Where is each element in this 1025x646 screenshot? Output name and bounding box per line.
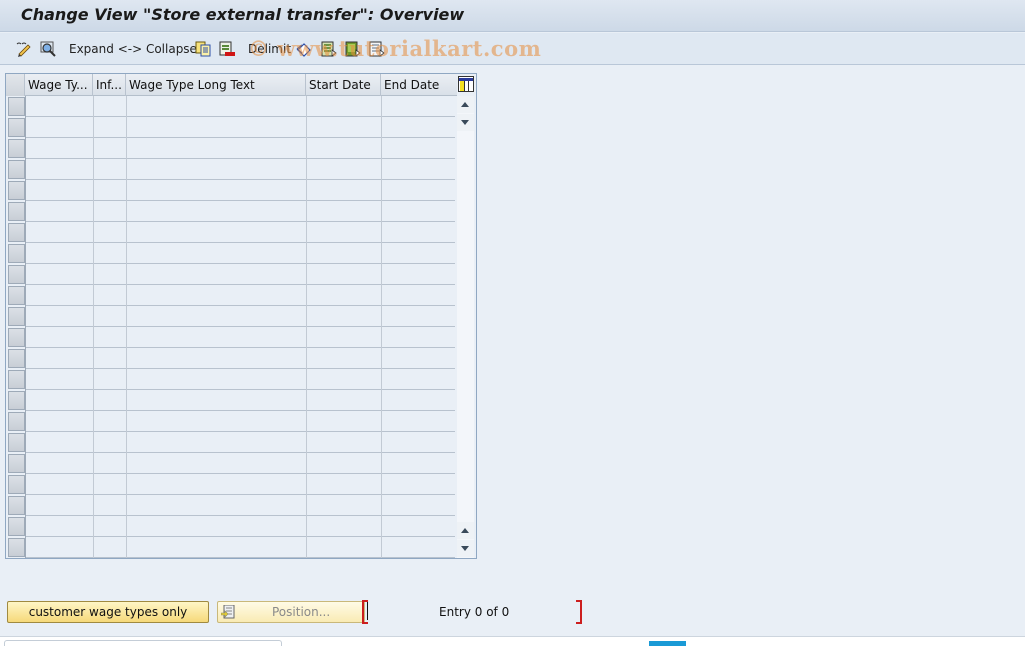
- entry-right-bracket: [576, 600, 582, 624]
- row-divider: [25, 242, 455, 243]
- row-selector[interactable]: [8, 202, 25, 221]
- delete-button[interactable]: [219, 40, 235, 58]
- row-selector[interactable]: [8, 307, 25, 326]
- arrow-down-icon: [461, 546, 469, 551]
- delete-row-icon: [219, 41, 235, 56]
- change-display-button[interactable]: [16, 40, 32, 58]
- page-title: Change View "Store external transfer": O…: [21, 5, 465, 24]
- copy-button[interactable]: [195, 40, 211, 58]
- position-icon: [221, 605, 235, 619]
- row-divider: [25, 452, 455, 453]
- row-selector[interactable]: [8, 454, 25, 473]
- title-bar: Change View "Store external transfer": O…: [0, 0, 1025, 32]
- row-selector[interactable]: [8, 139, 25, 158]
- row-divider: [25, 473, 455, 474]
- row-divider: [25, 137, 455, 138]
- select-all-icon: [321, 41, 337, 57]
- row-divider: [25, 515, 455, 516]
- column-settings-icon: [459, 78, 473, 91]
- row-divider: [25, 158, 455, 159]
- position-button-label: Position...: [272, 605, 331, 619]
- undo-change-button[interactable]: [296, 40, 312, 58]
- column-header-long-text[interactable]: Wage Type Long Text: [126, 74, 306, 96]
- customer-wage-types-button[interactable]: customer wage types only: [7, 601, 209, 623]
- select-all-button[interactable]: [321, 40, 337, 58]
- position-button[interactable]: Position...: [217, 601, 365, 623]
- application-toolbar: Expand <-> Collapse Delimit: [0, 33, 1025, 65]
- row-selector[interactable]: [8, 181, 25, 200]
- scroll-page-up-button[interactable]: [457, 522, 474, 539]
- scroll-page-down-button[interactable]: [457, 114, 474, 131]
- row-divider: [25, 116, 455, 117]
- row-divider: [25, 179, 455, 180]
- scroll-up-button[interactable]: [457, 96, 474, 113]
- row-divider: [25, 326, 455, 327]
- row-divider: [25, 263, 455, 264]
- table-settings-button[interactable]: [458, 76, 474, 92]
- scroll-down-button[interactable]: [457, 540, 474, 557]
- row-selector[interactable]: [8, 265, 25, 284]
- row-selector[interactable]: [8, 496, 25, 515]
- row-selector[interactable]: [8, 223, 25, 242]
- select-all-rows-cell[interactable]: [6, 74, 25, 96]
- row-selector[interactable]: [8, 391, 25, 410]
- row-selector[interactable]: [8, 160, 25, 179]
- text-cursor: [367, 602, 368, 620]
- copy-icon: [195, 41, 211, 57]
- row-divider: [25, 305, 455, 306]
- row-selector[interactable]: [8, 370, 25, 389]
- row-selector[interactable]: [8, 328, 25, 347]
- deselect-all-button[interactable]: [369, 40, 385, 58]
- expand-collapse-button[interactable]: Expand <-> Collapse: [69, 40, 197, 58]
- pencil-glasses-icon: [16, 42, 31, 57]
- row-selector[interactable]: [8, 97, 25, 116]
- row-selector[interactable]: [8, 349, 25, 368]
- column-divider: [381, 96, 382, 558]
- row-selector[interactable]: [8, 517, 25, 536]
- row-divider: [25, 221, 455, 222]
- row-selector[interactable]: [8, 475, 25, 494]
- row-selector[interactable]: [8, 538, 25, 557]
- arrow-up-icon: [461, 102, 469, 107]
- column-divider: [306, 96, 307, 558]
- row-selector[interactable]: [8, 433, 25, 452]
- column-header-wage-type[interactable]: Wage Ty...: [25, 74, 93, 96]
- find-button[interactable]: [40, 40, 56, 58]
- column-header-end-date[interactable]: End Date: [381, 74, 457, 96]
- row-selector[interactable]: [8, 244, 25, 263]
- delimit-button[interactable]: Delimit: [248, 40, 291, 58]
- entry-counter: Entry 0 of 0: [439, 605, 510, 619]
- row-selector[interactable]: [8, 118, 25, 137]
- column-header-start-date[interactable]: Start Date: [306, 74, 381, 96]
- arrow-up-icon: [461, 528, 469, 533]
- select-block-button[interactable]: [345, 40, 361, 58]
- table-control: Wage Ty... Inf... Wage Type Long Text St…: [5, 73, 477, 559]
- vertical-scrollbar[interactable]: [457, 96, 474, 558]
- row-divider: [25, 284, 455, 285]
- column-divider: [25, 96, 26, 558]
- arrow-down-icon: [461, 120, 469, 125]
- row-divider: [25, 410, 455, 411]
- deselect-all-icon: [369, 41, 385, 57]
- table-header: Wage Ty... Inf... Wage Type Long Text St…: [6, 74, 457, 96]
- status-field[interactable]: [4, 640, 282, 646]
- row-divider: [25, 368, 455, 369]
- row-divider: [25, 347, 455, 348]
- column-divider: [126, 96, 127, 558]
- row-divider: [25, 389, 455, 390]
- undo-icon: [296, 43, 311, 57]
- row-divider: [25, 536, 455, 537]
- row-divider: [25, 200, 455, 201]
- row-selector[interactable]: [8, 286, 25, 305]
- sap-logo: [649, 641, 686, 646]
- status-bar: [0, 637, 1025, 646]
- magnifier-icon: [40, 41, 56, 57]
- row-divider: [25, 494, 455, 495]
- select-block-icon: [345, 41, 361, 57]
- row-selector[interactable]: [8, 412, 25, 431]
- row-divider: [25, 557, 455, 558]
- column-divider: [93, 96, 94, 558]
- row-divider: [25, 431, 455, 432]
- column-header-info[interactable]: Inf...: [93, 74, 126, 96]
